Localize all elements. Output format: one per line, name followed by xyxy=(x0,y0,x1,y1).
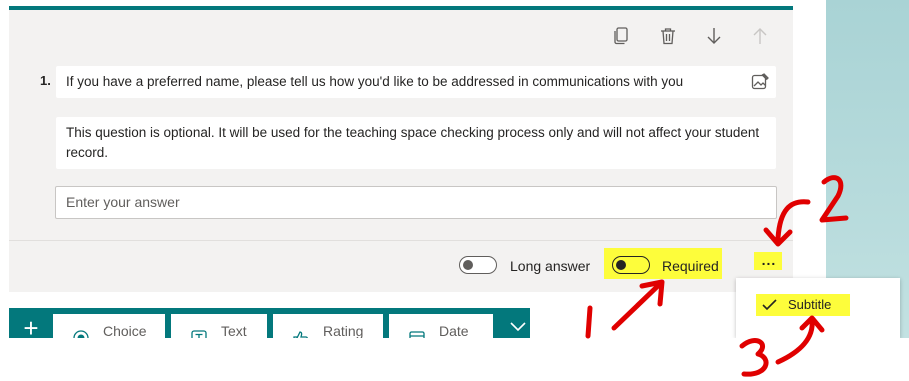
toggle-knob xyxy=(463,260,473,270)
long-answer-label: Long answer xyxy=(510,258,591,274)
move-down-icon[interactable] xyxy=(701,23,727,49)
add-rating-label: Rating xyxy=(323,323,364,338)
long-answer-toggle[interactable] xyxy=(459,256,497,274)
image-insert-icon[interactable] xyxy=(751,73,769,91)
add-date-button[interactable]: Date xyxy=(389,314,493,338)
required-toggle[interactable] xyxy=(612,256,650,274)
menu-item-label: Subtitle xyxy=(788,297,832,312)
question-subtitle-text: This question is optional. It will be us… xyxy=(66,125,760,160)
add-text-button[interactable]: Text xyxy=(171,314,267,338)
move-up-icon xyxy=(747,23,773,49)
delete-icon[interactable] xyxy=(655,23,681,49)
required-label: Required xyxy=(662,258,719,274)
add-choice-label: Choice xyxy=(103,323,147,338)
more-options-menu: Subtitle xyxy=(736,278,900,338)
chevron-down-icon xyxy=(510,322,526,332)
question-title[interactable]: If you have a preferred name, please tel… xyxy=(56,66,776,98)
question-title-text: If you have a preferred name, please tel… xyxy=(66,74,684,89)
add-question-bar: + Choice Text Rating Date xyxy=(9,308,530,338)
add-text-label: Text xyxy=(221,323,247,338)
add-question-button[interactable]: + xyxy=(9,308,53,338)
answer-input[interactable]: Enter your answer xyxy=(55,186,777,219)
add-choice-button[interactable]: Choice xyxy=(53,314,165,338)
menu-item-subtitle[interactable]: Subtitle xyxy=(756,294,850,316)
card-accent-bar xyxy=(9,6,793,10)
toggle-knob xyxy=(616,260,626,270)
answer-placeholder: Enter your answer xyxy=(66,194,180,210)
check-icon xyxy=(760,294,778,323)
more-question-types-button[interactable] xyxy=(506,314,530,338)
add-rating-button[interactable]: Rating xyxy=(273,314,383,338)
question-subtitle[interactable]: This question is optional. It will be us… xyxy=(56,117,776,169)
footer-divider xyxy=(9,240,793,241)
text-icon xyxy=(191,324,207,338)
copy-icon[interactable] xyxy=(608,23,634,49)
thumbs-up-icon xyxy=(293,324,309,338)
page-bottom-area xyxy=(0,338,909,381)
add-date-label: Date xyxy=(439,323,469,338)
calendar-icon xyxy=(409,324,425,338)
annotation-digit-1 xyxy=(585,305,593,339)
question-number: 1. xyxy=(40,73,51,88)
radio-icon xyxy=(73,324,89,338)
more-options-button[interactable]: ... xyxy=(756,253,782,269)
